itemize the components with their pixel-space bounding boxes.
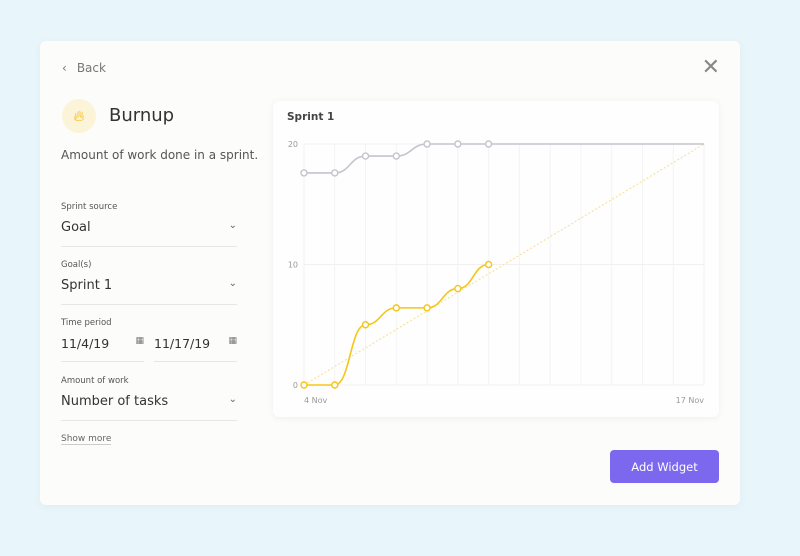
chevron-down-icon: ⌄ [228, 278, 237, 289]
amount-of-work-value: Number of tasks [61, 394, 169, 409]
sprint-source-select[interactable]: Sprint source Goal ⌄ [61, 202, 237, 247]
calendar-icon[interactable]: ▦ [228, 336, 237, 351]
y-tick-label: 0 [293, 381, 298, 390]
start-date-value: 11/4/19 [61, 336, 110, 351]
completed-point [392, 304, 401, 312]
chevron-down-icon: ⌄ [228, 220, 237, 231]
close-icon[interactable]: ✕ [702, 57, 720, 79]
widget-title: Burnup [109, 105, 175, 126]
start-date-input[interactable]: 11/4/19 ▦ [61, 336, 144, 362]
x-tick-label: 4 Nov [304, 396, 328, 405]
sprint-source-label: Sprint source [61, 202, 118, 212]
scope-point [300, 169, 308, 177]
scope-point [484, 140, 493, 148]
x-tick-label: 17 Nov [676, 396, 705, 405]
flame-icon: 🔥︎ [62, 99, 96, 133]
scope-point [331, 169, 339, 177]
chevron-left-icon: ‹ [62, 61, 67, 75]
completed-point [331, 381, 339, 389]
completed-point [454, 284, 462, 293]
amount-of-work-select[interactable]: Amount of work Number of tasks ⌄ [61, 376, 237, 421]
completed-point [484, 260, 493, 269]
back-label: Back [76, 61, 106, 75]
sprint-source-value: Goal [61, 220, 91, 235]
chevron-down-icon: ⌄ [228, 394, 237, 405]
goals-value: Sprint 1 [61, 278, 113, 293]
end-date-input[interactable]: 11/17/19 ▦ [154, 336, 237, 362]
completed-point [300, 381, 308, 389]
time-period-label: Time period [61, 318, 112, 328]
goals-label: Goal(s) [61, 260, 92, 270]
calendar-icon[interactable]: ▦ [135, 336, 144, 351]
back-button[interactable]: ‹ Back [62, 61, 106, 75]
show-more-link[interactable]: Show more [61, 434, 112, 445]
chart-card: Sprint 1 0 10 20 4 Nov 17 Nov [273, 101, 719, 417]
goals-select[interactable]: Goal(s) Sprint 1 ⌄ [61, 260, 237, 305]
end-date-value: 11/17/19 [154, 336, 211, 351]
y-tick-label: 20 [288, 140, 298, 149]
add-widget-button[interactable]: Add Widget [610, 450, 719, 483]
completed-point [423, 304, 431, 312]
widget-config-dialog: ‹ Back ✕ 🔥︎ Burnup Amount of work done in… [40, 41, 740, 505]
amount-of-work-label: Amount of work [61, 376, 129, 386]
scope-point [392, 152, 401, 160]
time-period-field: Time period 11/4/19 ▦ 11/17/19 ▦ [61, 318, 237, 362]
burnup-chart: 0 10 20 4 Nov 17 Nov [288, 140, 705, 405]
completed-point [361, 321, 370, 329]
scope-point [454, 140, 462, 148]
widget-description: Amount of work done in a sprint. [61, 148, 259, 162]
scope-point [423, 140, 431, 148]
y-tick-label: 10 [288, 261, 298, 270]
scope-point [361, 152, 370, 160]
